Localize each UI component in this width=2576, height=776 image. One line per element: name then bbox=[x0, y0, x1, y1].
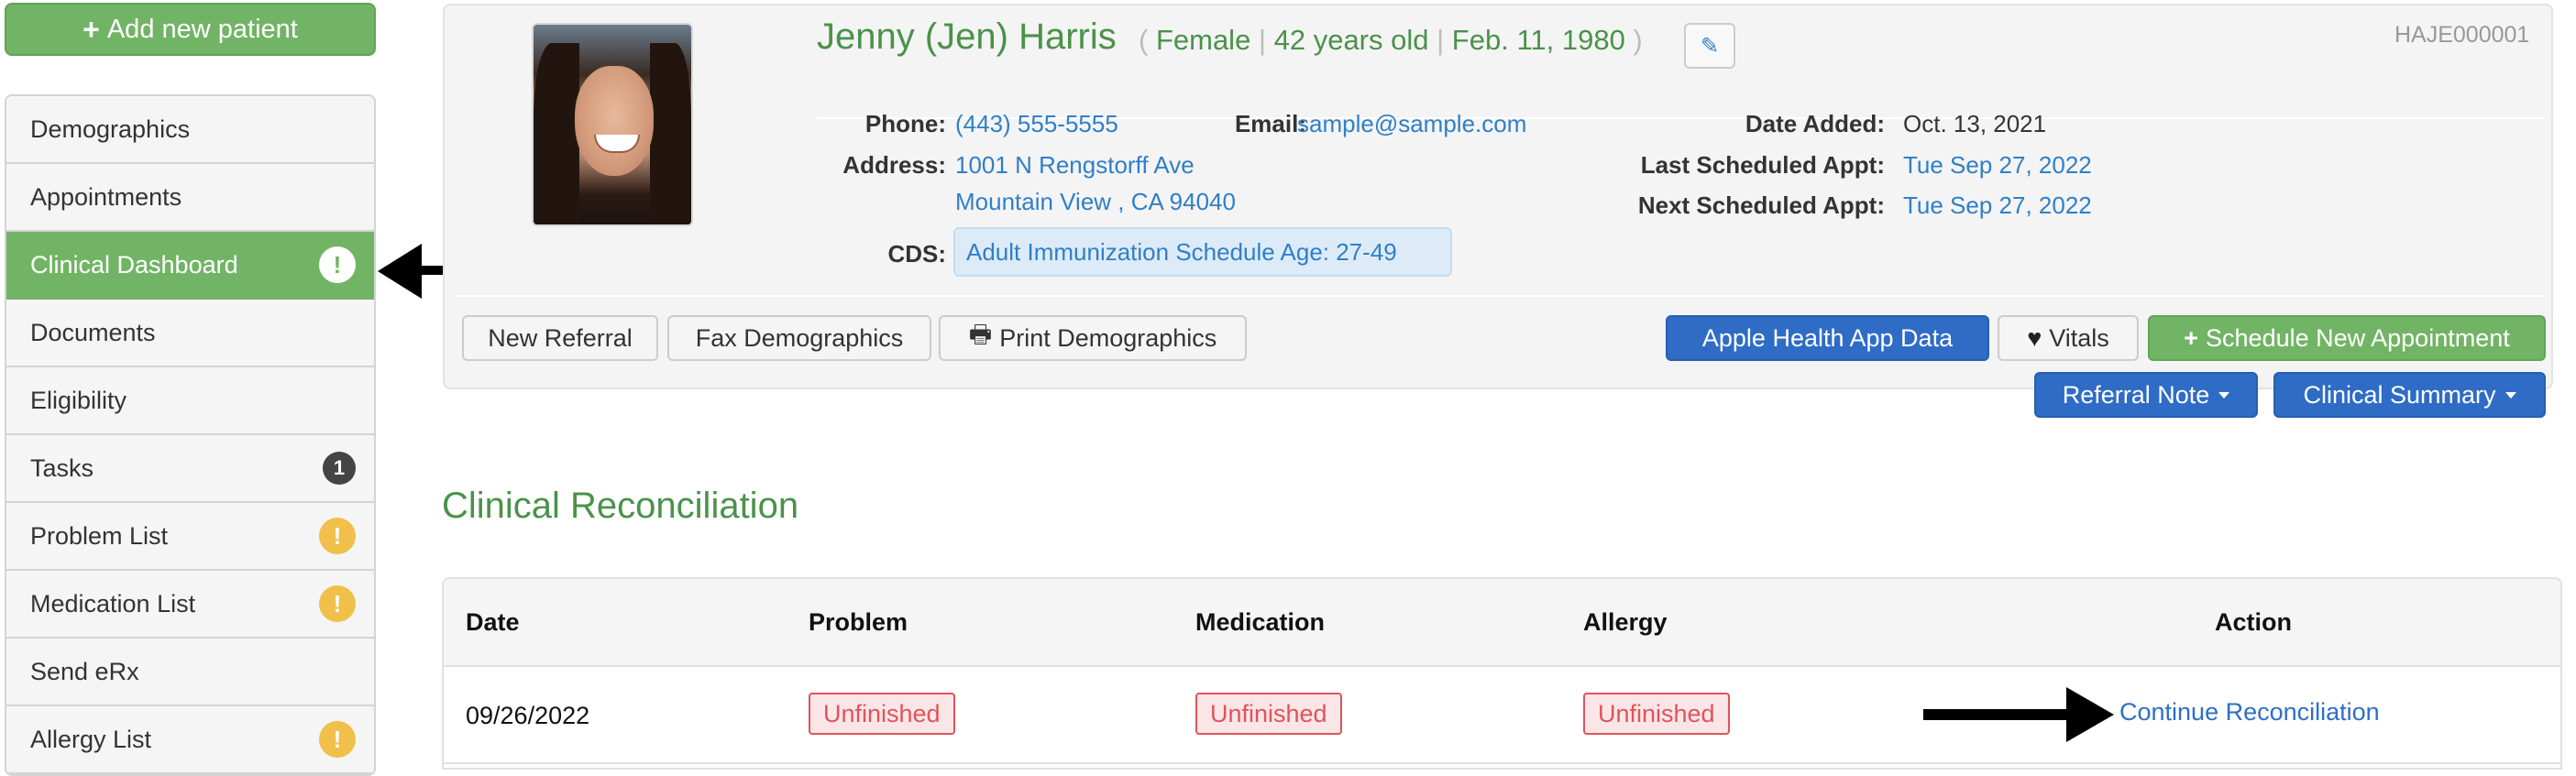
date-added-value: Oct. 13, 2021 bbox=[1903, 110, 2047, 137]
patient-gender: Female bbox=[1155, 24, 1251, 56]
continue-reconciliation-link[interactable]: Continue Reconciliation bbox=[2119, 698, 2380, 727]
patient-name: Jenny (Jen) Harris bbox=[817, 16, 1117, 57]
vitals-button[interactable]: ♥ Vitals bbox=[1998, 315, 2139, 361]
new-referral-button[interactable]: New Referral bbox=[462, 315, 658, 361]
alert-icon: ! bbox=[319, 246, 356, 283]
print-demographics-label: Print Demographics bbox=[999, 323, 1217, 352]
printer-icon: 🖶 bbox=[968, 321, 993, 348]
phone-value[interactable]: (443) 555-5555 bbox=[955, 110, 1118, 138]
add-new-patient-button[interactable]: + Add new patient bbox=[5, 3, 376, 56]
apple-health-label: Apple Health App Data bbox=[1701, 323, 1954, 352]
last-appt-label: Last Scheduled Appt: bbox=[1640, 151, 1885, 179]
address-line1[interactable]: 1001 N Rengstorff Ave bbox=[955, 151, 1194, 180]
sidebar-item-eligibility[interactable]: Eligibility bbox=[6, 367, 374, 435]
sidebar-item-label: Send eRx bbox=[30, 657, 139, 685]
sidebar-item-label: Tasks bbox=[30, 454, 94, 482]
next-appt-value[interactable]: Tue Sep 27, 2022 bbox=[1903, 191, 2092, 220]
arrow-head bbox=[2066, 687, 2114, 742]
email-label: Email: bbox=[1234, 110, 1306, 137]
plus-icon: + bbox=[83, 12, 100, 46]
fax-demographics-label: Fax Demographics bbox=[695, 323, 904, 352]
medication-status-badge: Unfinished bbox=[1195, 693, 1342, 735]
column-header-medication: Medication bbox=[1195, 608, 1326, 636]
arrow-head bbox=[378, 244, 422, 299]
column-header-date: Date bbox=[466, 608, 520, 636]
phone-label: Phone: bbox=[864, 110, 946, 137]
sidebar-item-label: Documents bbox=[30, 318, 156, 346]
address-label: Address: bbox=[842, 151, 946, 179]
sidebar-item-problem-list[interactable]: Problem List ! bbox=[6, 503, 374, 571]
sidebar-item-clinical-dashboard[interactable]: Clinical Dashboard ! bbox=[6, 232, 374, 300]
schedule-new-appointment-button[interactable]: + Schedule New Appointment bbox=[2148, 315, 2546, 361]
table-row: 09/26/2022 Unfinished Unfinished Unfinis… bbox=[444, 667, 2560, 764]
address-line2[interactable]: Mountain View , CA 94040 bbox=[955, 188, 1236, 216]
clinical-summary-label: Clinical Summary bbox=[2303, 380, 2496, 409]
vitals-label: Vitals bbox=[2049, 323, 2109, 352]
add-new-patient-label: Add new patient bbox=[106, 14, 298, 44]
problem-status-badge: Unfinished bbox=[809, 693, 955, 735]
allergy-status-badge: Unfinished bbox=[1583, 693, 1730, 735]
clinical-summary-dropdown[interactable]: Clinical Summary bbox=[2273, 372, 2546, 418]
column-header-problem: Problem bbox=[809, 608, 908, 636]
schedule-appt-label: Schedule New Appointment bbox=[2206, 323, 2510, 352]
apple-health-app-data-button[interactable]: Apple Health App Data bbox=[1666, 315, 1989, 361]
fax-demographics-button[interactable]: Fax Demographics bbox=[667, 315, 931, 361]
patient-id: HAJE000001 bbox=[2394, 22, 2530, 48]
print-demographics-button[interactable]: 🖶 Print Demographics bbox=[939, 315, 1247, 361]
sidebar-item-medication-list[interactable]: Medication List ! bbox=[6, 571, 374, 639]
column-header-action: Action bbox=[2215, 608, 2292, 636]
sidebar-item-label: Medication List bbox=[30, 589, 196, 618]
cds-label: CDS: bbox=[887, 240, 946, 268]
sidebar-nav: Demographics Appointments Clinical Dashb… bbox=[5, 94, 376, 776]
caret-down-icon bbox=[2504, 391, 2516, 399]
patient-dob: Feb. 11, 1980 bbox=[1451, 24, 1625, 56]
count-badge: 1 bbox=[323, 452, 356, 485]
warning-icon: ! bbox=[319, 721, 356, 758]
caret-down-icon bbox=[2218, 391, 2230, 399]
arrow-shaft bbox=[1923, 709, 2070, 720]
warning-icon: ! bbox=[319, 585, 356, 622]
sidebar-item-label: Appointments bbox=[30, 182, 182, 211]
plus-icon: + bbox=[2184, 323, 2199, 352]
sidebar-item-allergy-list[interactable]: Allergy List ! bbox=[6, 706, 374, 774]
patient-age: 42 years old bbox=[1273, 24, 1429, 56]
sidebar-item-label: Eligibility bbox=[30, 386, 127, 414]
sidebar-item-tasks[interactable]: Tasks 1 bbox=[6, 435, 374, 503]
sidebar-item-label: Allergy List bbox=[30, 725, 152, 753]
patient-photo bbox=[532, 23, 693, 226]
divider bbox=[456, 295, 2545, 297]
new-referral-label: New Referral bbox=[488, 323, 633, 352]
sidebar-item-label: Problem List bbox=[30, 521, 169, 550]
date-added-label: Date Added: bbox=[1745, 110, 1885, 137]
reconciliation-table: Date Problem Medication Allergy Action 0… bbox=[442, 577, 2562, 770]
sidebar-item-demographics[interactable]: Demographics bbox=[6, 96, 374, 164]
table-header-row: Date Problem Medication Allergy Action bbox=[444, 579, 2560, 667]
pencil-icon: ✎ bbox=[1700, 33, 1720, 59]
email-value[interactable]: sample@sample.com bbox=[1297, 110, 1526, 138]
edit-patient-button[interactable]: ✎ bbox=[1684, 23, 1735, 69]
annotation-arrow-right bbox=[1923, 687, 2116, 742]
sidebar-item-label: Demographics bbox=[30, 115, 191, 143]
last-appt-value[interactable]: Tue Sep 27, 2022 bbox=[1903, 151, 2092, 180]
heart-icon: ♥ bbox=[2027, 323, 2042, 352]
column-header-allergy: Allergy bbox=[1583, 608, 1668, 636]
referral-note-label: Referral Note bbox=[2062, 380, 2210, 409]
next-appt-label: Next Scheduled Appt: bbox=[1637, 191, 1885, 219]
sidebar-item-send-erx[interactable]: Send eRx bbox=[6, 639, 374, 706]
cds-alert[interactable]: Adult Immunization Schedule Age: 27-49 bbox=[953, 227, 1452, 277]
sidebar-item-documents[interactable]: Documents bbox=[6, 300, 374, 367]
sidebar-item-appointments[interactable]: Appointments bbox=[6, 164, 374, 232]
section-title: Clinical Reconciliation bbox=[442, 486, 799, 526]
row-date: 09/26/2022 bbox=[466, 702, 590, 729]
referral-note-dropdown[interactable]: Referral Note bbox=[2034, 372, 2258, 418]
sidebar-item-label: Clinical Dashboard bbox=[30, 250, 238, 279]
warning-icon: ! bbox=[319, 518, 356, 554]
patient-demographics-summary: ( Female | 42 years old | Feb. 11, 1980 … bbox=[1139, 24, 1643, 56]
